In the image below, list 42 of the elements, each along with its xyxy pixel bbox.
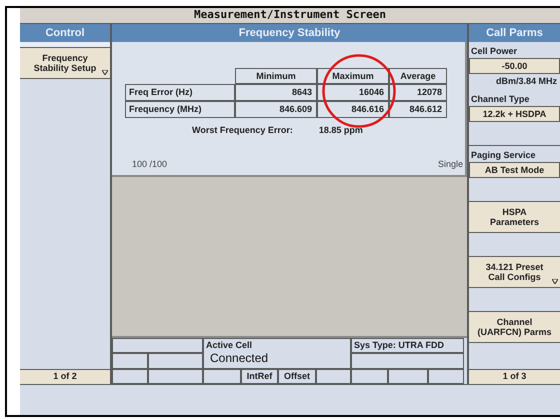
table-cell: 12078 bbox=[389, 84, 447, 101]
table-cell: 846.609 bbox=[235, 101, 317, 118]
softkey-button[interactable]: Channel (UARFCN) Parms bbox=[469, 312, 560, 343]
status-cell bbox=[148, 369, 203, 384]
column-header: Maximum bbox=[317, 68, 389, 84]
softkey-button[interactable]: Frequency Stability Setup bbox=[20, 48, 110, 79]
parameter-label: Channel Type bbox=[471, 92, 530, 106]
softkey-button[interactable]: 34.121 Preset Call Configs bbox=[469, 257, 560, 288]
status-cell bbox=[351, 369, 388, 384]
table-cell: 846.616 bbox=[317, 101, 389, 118]
column-header: Minimum bbox=[235, 68, 317, 84]
panel-header: Frequency Stability bbox=[238, 26, 340, 41]
worst-error-value: 18.85 ppm bbox=[318, 124, 363, 137]
page-indicator: 1 of 3 bbox=[502, 370, 526, 384]
submenu-triangle-icon bbox=[552, 279, 558, 284]
table-cell: 8643 bbox=[235, 84, 317, 101]
system-type: Sys Type: UTRA FDD bbox=[354, 340, 444, 350]
parameter-unit: dBm/3.84 MHz bbox=[496, 75, 557, 88]
trigger-mode: Single bbox=[438, 158, 463, 171]
window-title: Measurement/Instrument Screen bbox=[194, 7, 386, 24]
measurement-count: 100 /100 bbox=[132, 158, 168, 170]
panel-header: Control bbox=[45, 26, 85, 41]
column-header: Average bbox=[389, 68, 447, 84]
table-cell: 846.612 bbox=[389, 101, 447, 118]
parameter-label: Paging Service bbox=[471, 148, 536, 162]
submenu-triangle-icon bbox=[102, 70, 108, 75]
status-key[interactable]: Offset bbox=[278, 369, 316, 384]
table-cell: 16046 bbox=[317, 84, 389, 101]
row-label: Freq Error (Hz) bbox=[125, 84, 235, 101]
parameter-value[interactable]: 12.2k + HSDPA bbox=[469, 106, 560, 122]
softkey-button[interactable]: HSPA Parameters bbox=[469, 202, 560, 233]
parameter-label: Cell Power bbox=[471, 44, 518, 58]
worst-error-label: Worst Frequency Error: bbox=[192, 124, 293, 137]
page-indicator: 1 of 2 bbox=[53, 370, 77, 384]
status-key[interactable]: IntRef bbox=[241, 369, 278, 384]
panel-header: Call Parms bbox=[486, 26, 543, 41]
row-label: Frequency (MHz) bbox=[125, 101, 235, 118]
connection-status: Connected bbox=[209, 351, 270, 365]
parameter-value[interactable]: -50.00 bbox=[469, 58, 560, 74]
active-cell-label: Active Cell bbox=[206, 339, 254, 351]
status-cell bbox=[388, 369, 428, 384]
parameter-value[interactable]: AB Test Mode bbox=[469, 162, 560, 178]
